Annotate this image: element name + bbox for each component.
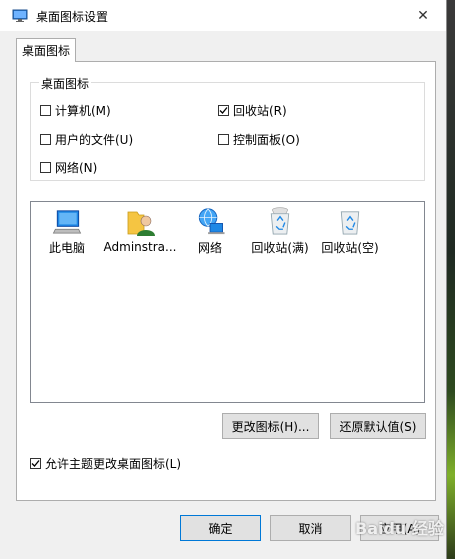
- change-icon-button[interactable]: 更改图标(H)...: [222, 413, 319, 439]
- icon-label: 网络: [197, 241, 222, 255]
- icon-item-this-pc[interactable]: 此电脑: [31, 206, 103, 256]
- checkbox-box[interactable]: [40, 162, 51, 173]
- button-label: 还原默认值(S): [339, 419, 417, 434]
- checkbox-label: 允许主题更改桌面图标(L): [45, 457, 182, 471]
- desktop-icons-group: 桌面图标 计算机(M) 回收站(R) 用户的文件(U) 控制面板(O) 网络(N…: [30, 75, 425, 181]
- icon-item-recycle-bin-full[interactable]: 回收站(满): [244, 206, 316, 256]
- checkbox-label: 用户的文件(U): [55, 133, 134, 147]
- checkbox-control-panel[interactable]: 控制面板(O): [218, 131, 300, 148]
- button-label: 取消: [298, 521, 323, 536]
- icon-label: Adminstra...: [103, 240, 177, 254]
- tab-desktop-icons[interactable]: 桌面图标: [16, 38, 76, 62]
- checkbox-box[interactable]: [218, 134, 229, 145]
- checkbox-label: 网络(N): [55, 161, 98, 175]
- network-icon: [198, 208, 225, 235]
- checkbox-network[interactable]: 网络(N): [40, 159, 97, 176]
- checkbox-box[interactable]: [40, 134, 51, 145]
- checkbox-allow-themes[interactable]: 允许主题更改桌面图标(L): [30, 455, 181, 472]
- computer-icon: [52, 210, 82, 234]
- settings-app-icon: [12, 9, 28, 22]
- icon-item-network[interactable]: 网络: [174, 206, 246, 256]
- checkbox-user-files[interactable]: 用户的文件(U): [40, 131, 133, 148]
- window-title: 桌面图标设置: [36, 10, 109, 24]
- tab-panel: 桌面图标 计算机(M) 回收站(R) 用户的文件(U) 控制面板(O) 网络(N…: [16, 61, 436, 501]
- close-button[interactable]: ✕: [400, 0, 446, 31]
- checkbox-label: 计算机(M): [55, 104, 111, 118]
- tab-label: 桌面图标: [21, 44, 70, 58]
- checkbox-label: 回收站(R): [233, 104, 287, 118]
- user-folder-icon: [127, 211, 155, 236]
- icon-preview-list[interactable]: 此电脑 Adminstra... 网络 回收站(满) 回收站(空): [30, 201, 425, 403]
- checkbox-box[interactable]: [30, 458, 41, 469]
- group-legend: 桌面图标: [39, 75, 92, 92]
- button-label: 确定: [208, 521, 233, 536]
- cancel-button[interactable]: 取消: [270, 515, 351, 541]
- checkmark-icon: [219, 107, 228, 114]
- close-icon: ✕: [417, 7, 429, 24]
- icon-item-user-folder[interactable]: Adminstra...: [101, 206, 179, 256]
- recycle-bin-empty-icon: [340, 211, 360, 235]
- baidu-watermark: Baidu 经验: [355, 519, 444, 538]
- title-bar: 桌面图标设置 ✕: [0, 0, 446, 31]
- checkbox-label: 控制面板(O): [233, 133, 300, 147]
- checkbox-box[interactable]: [218, 105, 229, 116]
- checkbox-computer[interactable]: 计算机(M): [40, 102, 111, 119]
- restore-default-button[interactable]: 还原默认值(S): [330, 413, 426, 439]
- icon-label: 回收站(空): [321, 241, 379, 255]
- icon-item-recycle-bin-empty[interactable]: 回收站(空): [314, 206, 386, 256]
- checkbox-box[interactable]: [40, 105, 51, 116]
- recycle-bin-full-icon: [270, 207, 290, 235]
- button-label: 更改图标(H)...: [231, 419, 310, 434]
- checkmark-icon: [31, 460, 40, 467]
- icon-label: 此电脑: [48, 241, 85, 255]
- checkbox-recycle-bin[interactable]: 回收站(R): [218, 102, 287, 119]
- ok-button[interactable]: 确定: [180, 515, 261, 541]
- icon-label: 回收站(满): [251, 241, 309, 255]
- desktop-icon-settings-dialog: 桌面图标设置 ✕ 桌面图标 桌面图标 计算机(M) 回收站(R) 用户的文件(U…: [0, 0, 447, 559]
